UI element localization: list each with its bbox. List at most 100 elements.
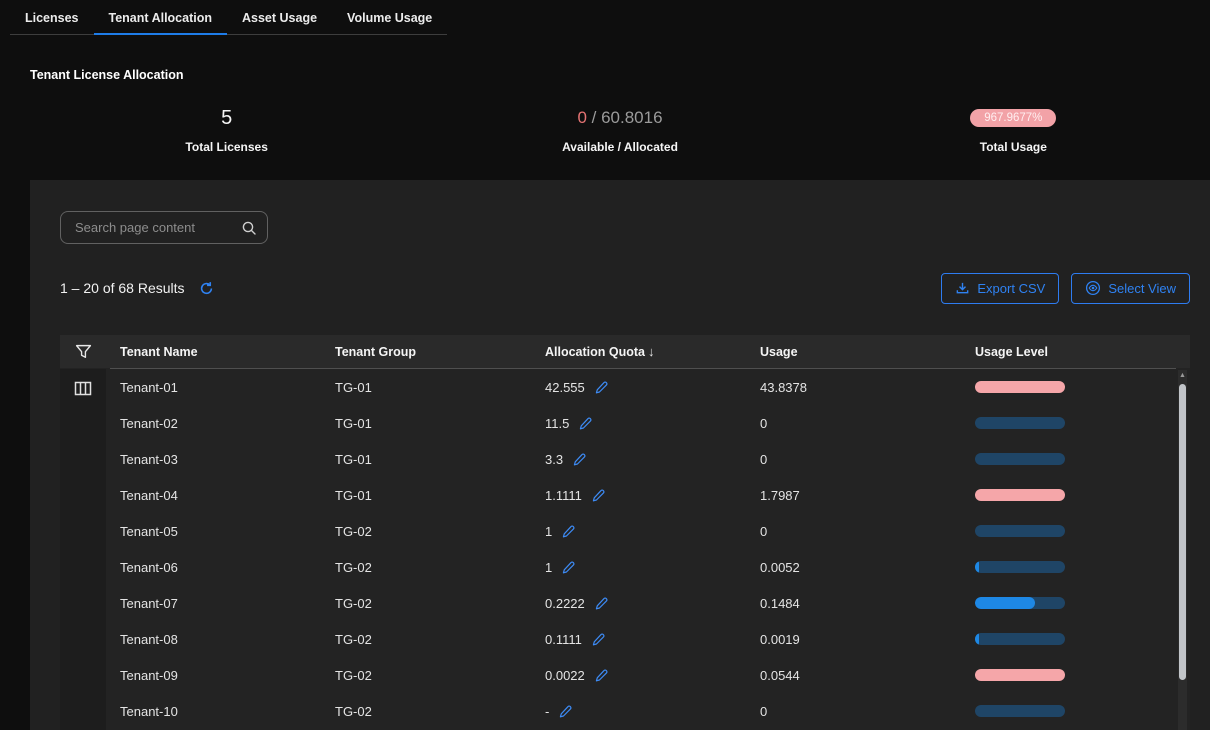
search-input[interactable] xyxy=(73,219,241,236)
scrollbar-thumb[interactable] xyxy=(1179,384,1186,680)
allocation-quota-value: 0.1111 xyxy=(545,632,582,647)
table-header: Tenant Name Tenant Group Allocation Quot… xyxy=(60,335,1190,368)
table-gutter xyxy=(60,369,106,730)
usage-level-cell xyxy=(961,525,1190,537)
total-usage-label: Total Usage xyxy=(817,140,1210,154)
sort-descending-icon: ↓ xyxy=(648,344,655,359)
tenant-group-cell: TG-01 xyxy=(321,488,531,503)
pencil-edit-icon[interactable] xyxy=(561,524,576,539)
column-settings-icon[interactable] xyxy=(74,381,92,396)
filter-funnel-icon[interactable] xyxy=(60,344,106,360)
usage-level-cell xyxy=(961,453,1190,465)
usage-level-pill xyxy=(975,633,1065,645)
total-licenses-label: Total Licenses xyxy=(30,140,423,154)
search-box[interactable] xyxy=(60,211,268,244)
tenant-name-cell: Tenant-05 xyxy=(106,524,321,539)
table-scrollbar[interactable]: ▲ xyxy=(1178,370,1187,730)
usage-level-pill xyxy=(975,669,1065,681)
tenant-name-cell: Tenant-07 xyxy=(106,596,321,611)
table-row: Tenant-05TG-021 0 xyxy=(106,513,1190,549)
refresh-icon[interactable] xyxy=(199,281,214,296)
usage-cell: 1.7987 xyxy=(746,488,961,503)
allocation-quota-value: 1.1111 xyxy=(545,488,582,503)
usage-cell: 43.8378 xyxy=(746,380,961,395)
results-count: 1 – 20 of 68 Results xyxy=(60,280,185,296)
pencil-edit-icon[interactable] xyxy=(594,668,609,683)
usage-level-fill xyxy=(975,633,979,645)
allocation-quota-value: 42.555 xyxy=(545,380,585,395)
pencil-edit-icon[interactable] xyxy=(591,488,606,503)
export-csv-button[interactable]: Export CSV xyxy=(941,273,1059,304)
tenant-group-cell: TG-01 xyxy=(321,380,531,395)
table-row: Tenant-06TG-021 0.0052 xyxy=(106,549,1190,585)
tenant-name-cell: Tenant-06 xyxy=(106,560,321,575)
tab-asset-usage[interactable]: Asset Usage xyxy=(227,0,332,34)
allocation-quota-cell: 1 xyxy=(531,524,746,539)
select-view-button[interactable]: Select View xyxy=(1071,273,1190,304)
tenant-name-cell: Tenant-09 xyxy=(106,668,321,683)
usage-level-cell xyxy=(961,633,1190,645)
scrollbar-up-icon[interactable]: ▲ xyxy=(1178,371,1187,380)
pencil-edit-icon[interactable] xyxy=(578,416,593,431)
tab-bar: Licenses Tenant Allocation Asset Usage V… xyxy=(10,0,447,35)
usage-level-cell xyxy=(961,597,1190,609)
column-header-allocation-quota[interactable]: Allocation Quota↓ xyxy=(531,344,746,359)
pencil-edit-icon[interactable] xyxy=(591,632,606,647)
column-header-tenant-group[interactable]: Tenant Group xyxy=(321,345,531,359)
tenant-name-cell: Tenant-04 xyxy=(106,488,321,503)
tab-volume-usage[interactable]: Volume Usage xyxy=(332,0,447,34)
pencil-edit-icon[interactable] xyxy=(558,704,573,719)
tenant-group-cell: TG-02 xyxy=(321,560,531,575)
stats-row: 5 Total Licenses 0 / 60.8016 Available /… xyxy=(30,105,1210,154)
allocation-quota-value: 0.0022 xyxy=(545,668,585,683)
pencil-edit-icon[interactable] xyxy=(594,380,609,395)
tenant-group-cell: TG-01 xyxy=(321,416,531,431)
stat-total-usage: 967.9677% Total Usage xyxy=(817,105,1210,154)
tab-tenant-allocation[interactable]: Tenant Allocation xyxy=(94,0,227,35)
select-view-label: Select View xyxy=(1108,281,1176,296)
content-panel: 1 – 20 of 68 Results Export CSV Select V… xyxy=(30,180,1210,730)
allocation-quota-cell: 0.1111 xyxy=(531,632,746,647)
usage-cell: 0.0544 xyxy=(746,668,961,683)
allocation-quota-cell: 1.1111 xyxy=(531,488,746,503)
usage-cell: 0 xyxy=(746,452,961,467)
available-allocated-value: 0 / 60.8016 xyxy=(577,108,662,128)
column-header-usage-level[interactable]: Usage Level xyxy=(961,345,1190,359)
usage-level-cell xyxy=(961,705,1190,717)
magnifier-icon[interactable] xyxy=(241,220,257,236)
allocation-quota-cell: 3.3 xyxy=(531,452,746,467)
available-allocated-label: Available / Allocated xyxy=(423,140,816,154)
usage-level-pill xyxy=(975,597,1065,609)
usage-cell: 0 xyxy=(746,416,961,431)
usage-level-pill xyxy=(975,417,1065,429)
column-header-usage[interactable]: Usage xyxy=(746,345,961,359)
column-header-tenant-name[interactable]: Tenant Name xyxy=(106,345,321,359)
pencil-edit-icon[interactable] xyxy=(561,560,576,575)
tenant-group-cell: TG-02 xyxy=(321,632,531,647)
allocation-quota-value: 11.5 xyxy=(545,416,569,431)
pencil-edit-icon[interactable] xyxy=(572,452,587,467)
usage-level-pill xyxy=(975,453,1065,465)
tenant-table: Tenant Name Tenant Group Allocation Quot… xyxy=(60,335,1190,730)
allocation-quota-value: 3.3 xyxy=(545,452,563,467)
page-title: Tenant License Allocation xyxy=(30,68,184,82)
allocation-quota-cell: 0.2222 xyxy=(531,596,746,611)
usage-level-pill xyxy=(975,561,1065,573)
pencil-edit-icon[interactable] xyxy=(594,596,609,611)
tenant-name-cell: Tenant-08 xyxy=(106,632,321,647)
allocation-quota-cell: 1 xyxy=(531,560,746,575)
usage-level-pill xyxy=(975,705,1065,717)
usage-cell: 0 xyxy=(746,704,961,719)
allocation-quota-cell: 11.5 xyxy=(531,416,746,431)
tab-licenses[interactable]: Licenses xyxy=(10,0,94,34)
allocation-quota-cell: 42.555 xyxy=(531,380,746,395)
tenant-group-cell: TG-01 xyxy=(321,452,531,467)
table-row: Tenant-08TG-020.1111 0.0019 xyxy=(106,621,1190,657)
allocation-quota-value: - xyxy=(545,704,549,719)
table-body: Tenant-01TG-0142.555 43.8378Tenant-02TG-… xyxy=(60,369,1190,730)
tenant-name-cell: Tenant-02 xyxy=(106,416,321,431)
eye-icon xyxy=(1085,280,1101,296)
allocation-quota-cell: - xyxy=(531,704,746,719)
tenant-name-cell: Tenant-10 xyxy=(106,704,321,719)
total-licenses-value: 5 xyxy=(221,107,232,130)
